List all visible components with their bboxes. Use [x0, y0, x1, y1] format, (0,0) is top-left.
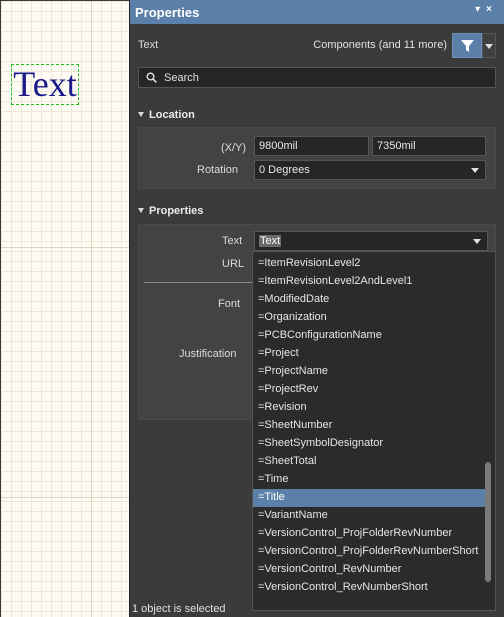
y-position-value: 7350mil — [377, 140, 416, 152]
y-position-field[interactable]: 7350mil — [372, 136, 486, 156]
search-box[interactable] — [138, 67, 496, 88]
grid-line — [1, 247, 129, 248]
panel-title: Properties — [135, 5, 200, 20]
dropdown-item[interactable]: =ProjectName — [253, 363, 485, 381]
text-object-label: Text — [13, 64, 77, 104]
dropdown-item[interactable]: =ItemRevisionLevel2 — [253, 255, 485, 273]
dropdown-item[interactable]: =VariantName — [253, 507, 485, 525]
text-special-strings-dropdown[interactable]: =ItemRevisionLevel2 =ItemRevisionLevel2An… — [252, 251, 496, 611]
search-input[interactable] — [164, 70, 484, 85]
chevron-down-icon — [471, 168, 479, 173]
dropdown-item[interactable]: =SheetSymbolDesignator — [253, 435, 485, 453]
properties-header-label: Properties — [149, 205, 204, 217]
close-icon[interactable]: × — [486, 4, 498, 15]
dropdown-scrollbar[interactable] — [485, 462, 491, 582]
dropdown-item[interactable]: =VersionControl_RevNumberShort — [253, 579, 485, 597]
chevron-down-icon — [473, 239, 481, 244]
dropdown-item[interactable]: =SheetTotal — [253, 453, 485, 471]
rotation-select[interactable]: 0 Degrees — [254, 160, 486, 180]
grid-line — [1, 497, 129, 498]
collapse-triangle-icon — [138, 112, 144, 117]
font-label: Font — [218, 298, 241, 310]
search-icon — [146, 72, 157, 83]
xy-label: (X/Y) — [221, 142, 247, 154]
justification-label: Justification — [179, 348, 237, 360]
location-section-header[interactable]: Location — [138, 109, 195, 121]
rotation-label: Rotation — [197, 164, 238, 176]
x-position-value: 9800mil — [259, 140, 298, 152]
object-type-label: Text — [138, 39, 159, 51]
dropdown-item[interactable]: =VersionControl_RevNumber — [253, 561, 485, 579]
text-value-select[interactable]: Text — [254, 231, 488, 251]
dropdown-item[interactable]: =ItemRevisionLevel2AndLevel1 — [253, 273, 485, 291]
dropdown-item[interactable]: =ProjectRev — [253, 381, 485, 399]
filter-dropdown-button[interactable] — [482, 33, 496, 58]
dropdown-item[interactable]: =Organization — [253, 309, 485, 327]
dropdown-item[interactable]: =PCBConfigurationName — [253, 327, 485, 345]
dropdown-item[interactable]: =Title — [253, 489, 485, 507]
grid-line — [91, 1, 92, 617]
x-position-field[interactable]: 9800mil — [254, 136, 369, 156]
collapse-triangle-icon — [138, 208, 144, 213]
selected-text-object[interactable]: Text — [11, 64, 79, 105]
pin-icon[interactable]: ▾ — [475, 4, 486, 15]
dropdown-item[interactable]: =Project — [253, 345, 485, 363]
properties-section-header[interactable]: Properties — [138, 205, 203, 217]
text-label: Text — [222, 235, 243, 247]
dropdown-item[interactable]: =VersionControl_ProjFolderRevNumberShort — [253, 543, 485, 561]
dropdown-item[interactable]: =VersionControl_ProjFolderRevNumber — [253, 525, 485, 543]
panel-window-controls[interactable]: ▾× — [475, 4, 498, 15]
filter-icon — [461, 40, 474, 52]
separator — [144, 282, 254, 283]
dropdown-item[interactable]: =SheetNumber — [253, 417, 485, 435]
dropdown-item[interactable]: =Time — [253, 471, 485, 489]
panel-titlebar: Properties ▾× — [130, 0, 504, 24]
location-header-label: Location — [149, 109, 195, 121]
filter-button[interactable] — [452, 33, 482, 58]
rotation-value: 0 Degrees — [259, 164, 310, 176]
url-label: URL — [222, 258, 245, 270]
dropdown-item[interactable]: =ModifiedDate — [253, 291, 485, 309]
chevron-down-icon — [485, 44, 493, 49]
text-value: Text — [259, 235, 282, 247]
dropdown-item[interactable]: =Revision — [253, 399, 485, 417]
schematic-canvas[interactable]: Text — [0, 0, 129, 617]
status-bar-text: 1 object is selected — [132, 603, 226, 615]
filter-scope-label[interactable]: Components (and 11 more) — [313, 39, 447, 51]
